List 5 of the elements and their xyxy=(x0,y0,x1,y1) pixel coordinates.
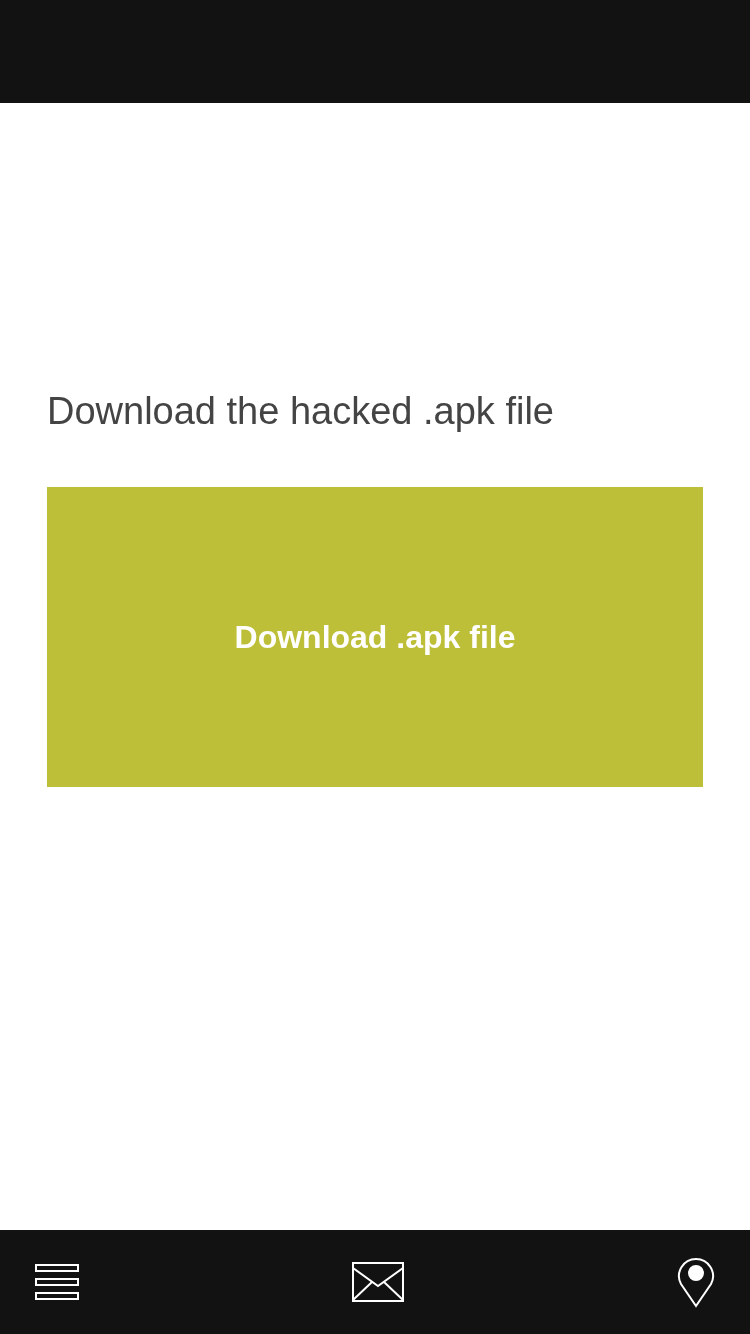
location-pin-icon[interactable] xyxy=(677,1256,715,1308)
page-heading: Download the hacked .apk file xyxy=(47,389,554,434)
mail-icon[interactable] xyxy=(352,1262,404,1302)
menu-icon[interactable] xyxy=(35,1264,79,1300)
download-button[interactable]: Download .apk file xyxy=(47,487,703,787)
